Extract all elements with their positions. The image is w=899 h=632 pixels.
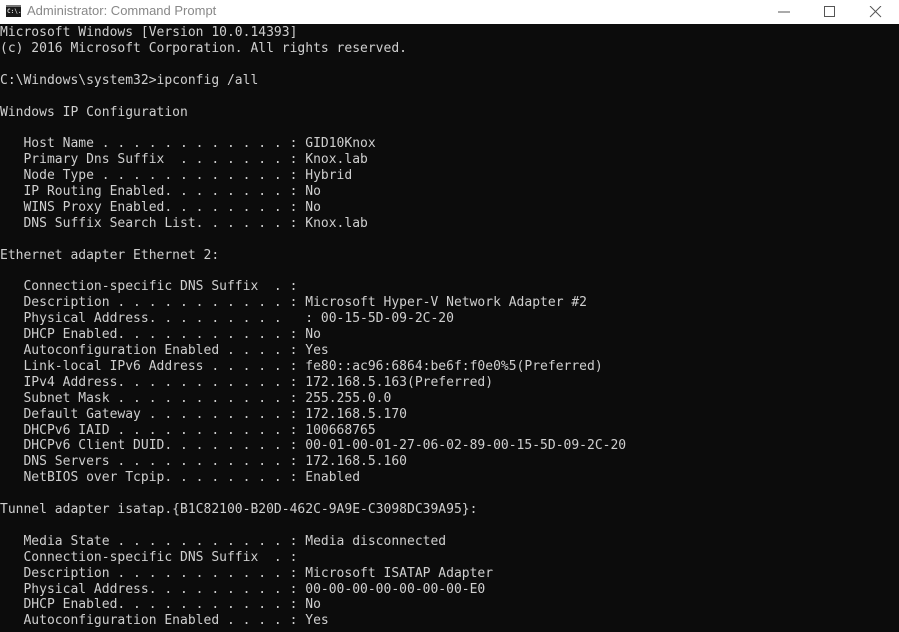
minimize-icon: [778, 11, 790, 13]
console-line: WINS Proxy Enabled. . . . . . . . : No: [0, 199, 321, 215]
console-line: Physical Address. . . . . . . . . : 00-1…: [0, 311, 454, 327]
app-icon-glyph: C:\.: [7, 8, 22, 15]
console-line: Ethernet adapter Ethernet 2:: [0, 247, 220, 263]
console-line: DHCP Enabled. . . . . . . . . . . : No: [0, 327, 321, 343]
console-line: Microsoft Windows [Version 10.0.14393]: [0, 25, 298, 40]
console-line: Autoconfiguration Enabled . . . . : Yes: [0, 613, 329, 629]
close-button[interactable]: [853, 0, 899, 24]
console-line: DHCP Enabled. . . . . . . . . . . : No: [0, 597, 321, 613]
console-line: DNS Suffix Search List. . . . . . : Knox…: [0, 215, 368, 231]
console-line: Link-local IPv6 Address . . . . . : fe80…: [0, 358, 603, 374]
console-line: DNS Servers . . . . . . . . . . . : 172.…: [0, 454, 407, 470]
console-line: Media State . . . . . . . . . . . : Medi…: [0, 533, 447, 549]
window-title: Administrator: Command Prompt: [27, 3, 217, 18]
console-line: Host Name . . . . . . . . . . . . : GID1…: [0, 136, 376, 152]
console-line: IPv4 Address. . . . . . . . . . . : 172.…: [0, 374, 494, 390]
console-line: NetBIOS over Tcpip. . . . . . . . : Enab…: [0, 470, 361, 486]
minimize-button[interactable]: [761, 0, 807, 24]
maximize-icon: [824, 6, 835, 17]
console-line: DHCPv6 Client DUID. . . . . . . . : 00-0…: [0, 438, 627, 454]
console-line: DHCPv6 IAID . . . . . . . . . . . : 1006…: [0, 422, 376, 438]
console-line: C:\Windows\system32>ipconfig /all: [0, 72, 259, 88]
console-line: Tunnel adapter isatap.{B1C82100-B20D-462…: [0, 502, 478, 517]
maximize-button[interactable]: [807, 0, 853, 24]
console-line: IP Routing Enabled. . . . . . . . : No: [0, 184, 321, 199]
console-line: Connection-specific DNS Suffix . :: [0, 549, 298, 565]
console-line: Connection-specific DNS Suffix . :: [0, 279, 298, 295]
console-line: Subnet Mask . . . . . . . . . . . : 255.…: [0, 390, 392, 406]
console-line: Description . . . . . . . . . . . : Micr…: [0, 295, 587, 311]
console-line: Primary Dns Suffix . . . . . . . : Knox.…: [0, 152, 368, 168]
command-prompt-icon[interactable]: C:\.: [6, 5, 21, 17]
console-line: Default Gateway . . . . . . . . . : 172.…: [0, 406, 407, 422]
console-line: Physical Address. . . . . . . . . : 00-0…: [0, 581, 486, 597]
console-output[interactable]: Microsoft Windows [Version 10.0.14393] (c…: [0, 24, 899, 632]
console-line: Node Type . . . . . . . . . . . . : Hybr…: [0, 168, 353, 184]
console-line: Windows IP Configuration: [0, 104, 188, 120]
console-line: (c) 2016 Microsoft Corporation. All righ…: [0, 40, 407, 56]
title-bar[interactable]: C:\. Administrator: Command Prompt: [0, 0, 899, 24]
close-icon: [869, 6, 882, 18]
console-line: Autoconfiguration Enabled . . . . : Yes: [0, 343, 329, 358]
console-line: Description . . . . . . . . . . . : Micr…: [0, 565, 494, 581]
